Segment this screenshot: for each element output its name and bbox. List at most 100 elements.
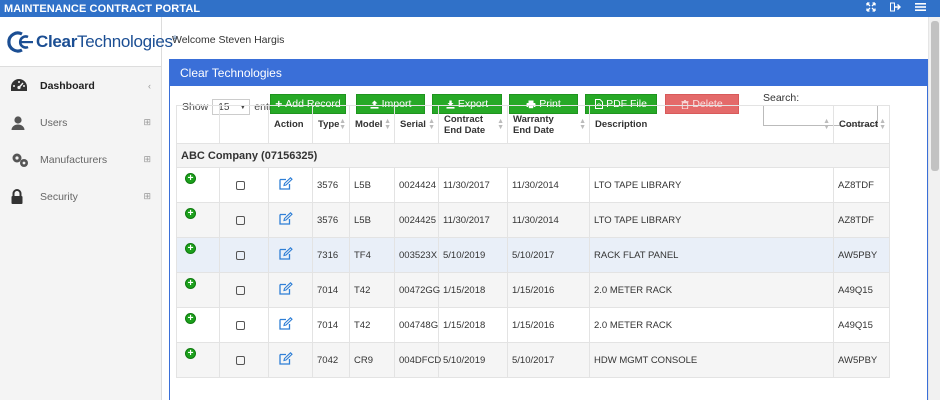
- edit-icon[interactable]: [279, 177, 293, 190]
- row-checkbox[interactable]: [236, 250, 245, 260]
- sidebar-item-dashboard[interactable]: Dashboard ‹: [0, 67, 161, 104]
- header-label: Contract: [444, 113, 484, 125]
- expand-row-icon[interactable]: +: [185, 208, 196, 219]
- table-row: + 3576 L5B 0024424 11/30/2017 11/30/2014…: [176, 167, 890, 203]
- column-select-header: [219, 105, 269, 144]
- column-type-header[interactable]: Type ▲ ▼: [312, 105, 350, 144]
- search-control: Search:: [763, 92, 878, 126]
- edit-icon[interactable]: [279, 352, 293, 365]
- expand-icon[interactable]: [866, 2, 876, 15]
- edit-icon[interactable]: [279, 317, 293, 330]
- cell-type: 7014: [312, 272, 350, 308]
- header-label: Action: [274, 119, 304, 130]
- sort-icon: ▲ ▼: [428, 118, 435, 131]
- edit-icon[interactable]: [279, 247, 293, 260]
- header-label: Type: [318, 119, 340, 130]
- cell-description: LTO TAPE LIBRARY: [589, 202, 834, 238]
- table-header-row: Action Type ▲ ▼ Model ▲ ▼ Serial ▲ ▼ Contract E…: [176, 105, 890, 144]
- cell-description: RACK FLAT PANEL: [589, 237, 834, 273]
- cell-description: 2.0 METER RACK: [589, 272, 834, 308]
- edit-icon[interactable]: [279, 212, 293, 225]
- page-scrollbar[interactable]: [928, 17, 940, 400]
- logout-icon[interactable]: [890, 2, 901, 15]
- row-checkbox[interactable]: [236, 355, 245, 365]
- sort-icon: ▲ ▼: [823, 118, 830, 131]
- row-checkbox[interactable]: [236, 215, 245, 225]
- column-contract-end-header[interactable]: Contract End Date ▲ ▼: [438, 105, 508, 144]
- column-warranty-end-header[interactable]: Warranty End Date ▲ ▼: [507, 105, 590, 144]
- cell-contract: AZ8TDF: [833, 167, 890, 203]
- sort-icon: ▲ ▼: [384, 118, 391, 131]
- cell-type: 3576: [312, 202, 350, 238]
- table-row: + 7042 CR9 004DFCD 5/10/2019 5/10/2017 H…: [176, 342, 890, 378]
- sidebar-item-users[interactable]: Users ⊞: [0, 104, 161, 141]
- menu-icon[interactable]: [915, 2, 926, 15]
- sidebar-item-label: Users: [40, 116, 68, 129]
- expand-row-icon[interactable]: +: [185, 243, 196, 254]
- sort-icon: ▲ ▼: [339, 118, 346, 131]
- cell-contract-end: 5/10/2019: [438, 237, 508, 273]
- cell-model: L5B: [349, 167, 395, 203]
- cell-type: 7316: [312, 237, 350, 273]
- row-checkbox[interactable]: [236, 320, 245, 330]
- manufacturers-icon: [10, 152, 34, 168]
- edit-icon[interactable]: [279, 282, 293, 295]
- expand-plus-icon[interactable]: ⊞: [143, 117, 151, 128]
- column-contract-header[interactable]: Contract ▲ ▼: [833, 105, 890, 144]
- row-checkbox[interactable]: [236, 285, 245, 295]
- expand-row-icon[interactable]: +: [185, 173, 196, 184]
- cell-contract: AZ8TDF: [833, 202, 890, 238]
- records-table: Action Type ▲ ▼ Model ▲ ▼ Serial ▲ ▼ Contract E…: [176, 105, 890, 378]
- cell-contract-end: 11/30/2017: [438, 167, 508, 203]
- company-logo[interactable]: ClearTechnologies®: [0, 17, 177, 67]
- app-title: MAINTENANCE CONTRACT PORTAL: [4, 2, 201, 15]
- cell-contract: A49Q15: [833, 307, 890, 343]
- expand-row-icon[interactable]: +: [185, 313, 196, 324]
- cell-description: LTO TAPE LIBRARY: [589, 167, 834, 203]
- cell-warranty-end: 5/10/2017: [507, 237, 590, 273]
- expand-plus-icon[interactable]: ⊞: [143, 191, 151, 202]
- expand-plus-icon[interactable]: ⊞: [143, 154, 151, 165]
- sidebar-item-security[interactable]: Security ⊞: [0, 178, 161, 215]
- logo-brand-rest: Technologies: [77, 31, 173, 51]
- column-serial-header[interactable]: Serial ▲ ▼: [394, 105, 439, 144]
- sidebar-nav: Dashboard ‹ Users ⊞ Manufacturers ⊞ Secu…: [0, 67, 161, 215]
- column-expand-header: [176, 105, 220, 144]
- table-row: + 7014 T42 00472GG 1/15/2018 1/15/2016 2…: [176, 272, 890, 308]
- logo-text: ClearTechnologies®: [36, 32, 177, 52]
- group-row: ABC Company (07156325): [176, 143, 890, 168]
- sidebar: ClearTechnologies® Dashboard ‹ Users ⊞ M…: [0, 17, 177, 400]
- cell-warranty-end: 1/15/2016: [507, 307, 590, 343]
- column-model-header[interactable]: Model ▲ ▼: [349, 105, 395, 144]
- cell-contract-end: 5/10/2019: [438, 342, 508, 378]
- cell-type: 7042: [312, 342, 350, 378]
- cell-warranty-end: 5/10/2017: [507, 342, 590, 378]
- cell-serial: 004748G: [394, 307, 439, 343]
- cell-contract: AW5PBY: [833, 237, 890, 273]
- scrollbar-thumb[interactable]: [931, 21, 939, 171]
- cell-model: T42: [349, 272, 395, 308]
- search-label: Search:: [763, 92, 800, 104]
- expand-row-icon[interactable]: +: [185, 278, 196, 289]
- cell-serial: 00472GG: [394, 272, 440, 308]
- sidebar-item-label: Dashboard: [40, 79, 95, 92]
- sidebar-item-manufacturers[interactable]: Manufacturers ⊞: [0, 141, 161, 178]
- group-label: ABC Company (07156325): [176, 143, 890, 168]
- welcome-message: Welcome Steven Hargis: [172, 34, 285, 46]
- cell-contract: AW5PBY: [833, 342, 890, 378]
- row-checkbox[interactable]: [236, 180, 245, 190]
- header-label: Contract: [839, 119, 879, 130]
- cell-description: 2.0 METER RACK: [589, 307, 834, 343]
- expand-row-icon[interactable]: +: [185, 348, 196, 359]
- cell-model: T42: [349, 307, 395, 343]
- cell-warranty-end: 1/15/2016: [507, 272, 590, 308]
- dashboard-icon: [10, 78, 34, 94]
- column-description-header[interactable]: Description ▲ ▼: [589, 105, 834, 144]
- cell-model: CR9: [349, 342, 395, 378]
- cell-warranty-end: 11/30/2014: [507, 202, 590, 238]
- header-label: End Date: [444, 124, 486, 136]
- cell-description: HDW MGMT CONSOLE: [589, 342, 834, 378]
- topbar-icons: [866, 2, 940, 15]
- sort-icon: ▲ ▼: [497, 118, 504, 131]
- collapse-chevron-icon[interactable]: ‹: [148, 81, 151, 91]
